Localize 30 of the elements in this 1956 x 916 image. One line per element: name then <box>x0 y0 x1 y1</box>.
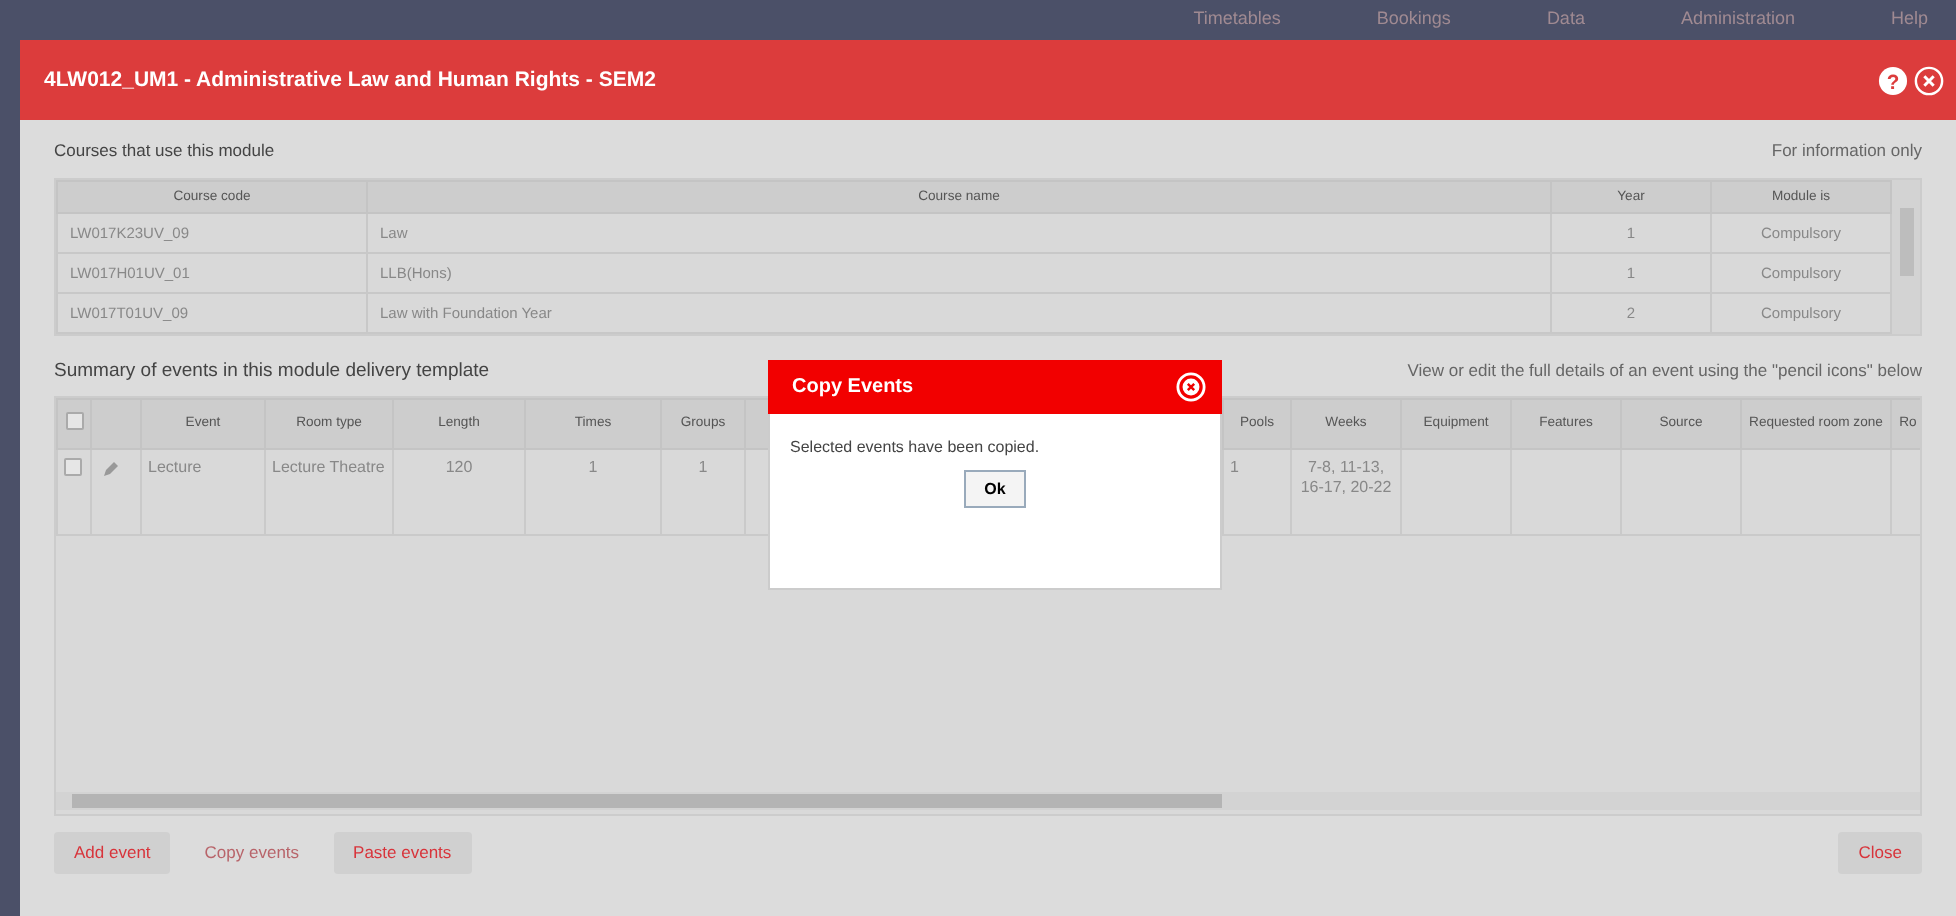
section-title: Courses that use this module <box>54 140 275 160</box>
close-button[interactable]: Close <box>1838 831 1922 873</box>
dialog-message: Selected events have been copied. <box>788 436 1042 456</box>
table-cell: 1 <box>698 458 708 476</box>
nav-link[interactable]: Timetables <box>1193 8 1281 28</box>
table-cell: Lecture <box>148 458 202 476</box>
nav-link[interactable]: Bookings <box>1376 8 1451 28</box>
scrollbar[interactable] <box>56 792 1920 810</box>
nav-link[interactable]: Data <box>1546 8 1585 28</box>
section-title: Summary of events in this module delivery template <box>54 359 490 381</box>
help-icon[interactable]: ? <box>1878 65 1908 95</box>
action-button[interactable]: Paste events <box>333 831 472 873</box>
select-all-checkbox[interactable] <box>65 412 83 430</box>
nav-link[interactable]: Administration <box>1680 8 1795 28</box>
close-icon[interactable] <box>1176 372 1206 402</box>
table-cell: 7-8, 11-13, 16-17, 20-22 <box>1300 458 1392 496</box>
table-cell: 120 <box>445 458 473 476</box>
row-checkbox[interactable] <box>64 458 82 476</box>
info-note: For information only <box>1771 140 1922 160</box>
action-button[interactable]: Add event <box>54 831 171 873</box>
dialog-title: Copy Events <box>792 376 914 398</box>
close-icon[interactable] <box>1914 65 1944 95</box>
table-cell: 1 <box>588 458 598 476</box>
nav-link[interactable]: Help <box>1890 8 1928 28</box>
hint-text: View or edit the full details of an event using the "pencil icons" below <box>1407 360 1922 380</box>
ok-button[interactable]: Ok <box>964 470 1026 508</box>
window-title: 4LW012_UM1 - Administrative Law and Human Rights - SEM2 <box>44 68 658 92</box>
table-cell: Lecture Theatre <box>272 458 385 476</box>
table-cell: 1 <box>1230 458 1239 476</box>
pencil-icon[interactable] <box>98 458 122 482</box>
